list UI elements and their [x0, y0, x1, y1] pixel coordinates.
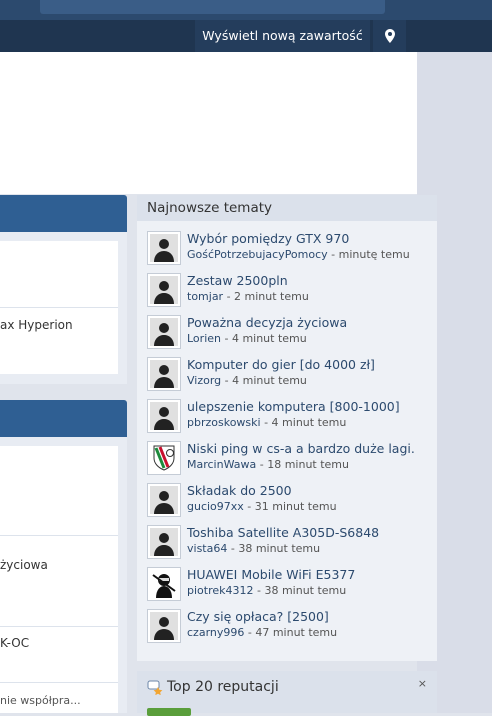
avatar[interactable]: [147, 315, 181, 349]
topic-title[interactable]: Niski ping w cs-a a bardzo duże lagi.: [187, 441, 415, 456]
forum-row-text[interactable]: K-OC: [0, 636, 29, 650]
topic-title[interactable]: Poważna decyzja życiowa: [187, 315, 347, 330]
topic-author[interactable]: Lorien: [187, 332, 221, 345]
forum-row-text[interactable]: nie współpra...: [0, 694, 81, 707]
row-divider: [0, 682, 118, 683]
reputation-badge: [147, 708, 191, 716]
avatar-image: [150, 486, 178, 514]
topic-author[interactable]: gucio97xx: [187, 500, 244, 513]
avatar[interactable]: [147, 231, 181, 265]
forum-panel-header: [0, 400, 127, 437]
avatar[interactable]: [147, 525, 181, 559]
topic-time: - 18 minut temu: [256, 458, 349, 471]
avatar[interactable]: [147, 273, 181, 307]
forum-panel-header: [0, 195, 127, 232]
avatar-image: [150, 402, 178, 430]
newest-topics-title: Najnowsze tematy: [137, 195, 437, 221]
topic-item[interactable]: HUAWEI Mobile WiFi E5377 piotrek4312 - 38…: [147, 567, 437, 607]
row-divider: [0, 535, 118, 536]
topic-title[interactable]: Toshiba Satellite A305D-S6848: [187, 525, 379, 540]
topic-item[interactable]: ulepszenie komputera [800-1000] pbrzoskow…: [147, 399, 437, 439]
topic-item[interactable]: Niski ping w cs-a a bardzo duże lagi. Mar…: [147, 441, 437, 481]
topic-author[interactable]: piotrek4312: [187, 584, 254, 597]
topic-meta: tomjar - 2 minut temu: [187, 290, 309, 303]
avatar[interactable]: [147, 441, 181, 475]
topic-time: - 38 minut temu: [253, 584, 347, 597]
forum-panel-body: ax Hyperion: [0, 232, 127, 384]
forum-row-text[interactable]: życiowa: [0, 558, 48, 572]
forum-panel-inner: ax Hyperion: [0, 241, 118, 374]
forum-panel-body: życiowa K-OC nie współpra...: [0, 437, 127, 713]
top-bar-tab: [40, 0, 385, 14]
main-content-area: [0, 52, 417, 194]
topic-title[interactable]: Zestaw 2500pln: [187, 273, 288, 288]
reputation-icon: [147, 679, 163, 696]
avatar-image: [150, 276, 178, 304]
avatar[interactable]: [147, 567, 181, 601]
topic-title[interactable]: HUAWEI Mobile WiFi E5377: [187, 567, 355, 582]
avatar[interactable]: [147, 357, 181, 391]
topic-time: - 4 minut temu: [260, 416, 347, 429]
topic-item[interactable]: Składak do 2500 gucio97xx - 31 minut temu: [147, 483, 437, 523]
topic-title[interactable]: ulepszenie komputera [800-1000]: [187, 399, 400, 414]
avatar-image: [150, 444, 178, 472]
topic-item[interactable]: Poważna decyzja życiowa Lorien - 4 minut …: [147, 315, 437, 355]
topic-title[interactable]: Czy się opłaca? [2500]: [187, 609, 329, 624]
topic-time: - minutę temu: [327, 248, 410, 261]
row-divider: [0, 307, 118, 308]
avatar-image: [150, 318, 178, 346]
avatar-image: [150, 612, 178, 640]
topic-meta: Lorien - 4 minut temu: [187, 332, 307, 345]
topic-author[interactable]: pbrzoskowski: [187, 416, 261, 429]
topic-item[interactable]: Komputer do gier [do 4000 zł] Vizorg - 4 …: [147, 357, 437, 397]
topic-meta: gucio97xx - 31 minut temu: [187, 500, 337, 513]
topic-title[interactable]: Wybór pomiędzy GTX 970: [187, 231, 349, 246]
topic-author[interactable]: MarcinWawa: [187, 458, 256, 471]
topic-meta: vista64 - 38 minut temu: [187, 542, 320, 555]
avatar[interactable]: [147, 399, 181, 433]
topic-author[interactable]: GośćPotrzebujacyPomocy: [187, 248, 328, 261]
topic-meta: Vizorg - 4 minut temu: [187, 374, 307, 387]
topic-title[interactable]: Komputer do gier [do 4000 zł]: [187, 357, 375, 372]
topic-time: - 38 minut temu: [227, 542, 321, 555]
view-new-content-link[interactable]: Wyświetl nową zawartość: [195, 20, 370, 52]
row-divider: [0, 626, 118, 627]
topic-time: - 2 minut temu: [223, 290, 309, 303]
reputation-title: Top 20 reputacji: [167, 679, 279, 695]
forum-panel-inner: życiowa K-OC nie współpra...: [0, 446, 118, 713]
topic-item[interactable]: Zestaw 2500pln tomjar - 2 minut temu: [147, 273, 437, 313]
topic-meta: czarny996 - 47 minut temu: [187, 626, 337, 639]
topic-time: - 31 minut temu: [243, 500, 337, 513]
topic-meta: MarcinWawa - 18 minut temu: [187, 458, 349, 471]
forum-row-text[interactable]: ax Hyperion: [0, 318, 73, 332]
topic-item[interactable]: Toshiba Satellite A305D-S6848 vista64 - 3…: [147, 525, 437, 565]
topic-time: - 4 minut temu: [221, 374, 307, 387]
avatar[interactable]: [147, 609, 181, 643]
topic-time: - 4 minut temu: [220, 332, 307, 345]
reputation-box: Top 20 reputacji ×: [137, 671, 437, 716]
topic-author[interactable]: tomjar: [187, 290, 223, 303]
avatar-image: [150, 360, 178, 388]
topic-meta: piotrek4312 - 38 minut temu: [187, 584, 346, 597]
topic-title[interactable]: Składak do 2500: [187, 483, 292, 498]
avatar[interactable]: [147, 483, 181, 517]
topic-item[interactable]: Czy się opłaca? [2500] czarny996 - 47 min…: [147, 609, 437, 649]
avatar-image: [150, 528, 178, 556]
topic-author[interactable]: Vizorg: [187, 374, 221, 387]
topic-time: - 47 minut temu: [244, 626, 338, 639]
topic-meta: pbrzoskowski - 4 minut temu: [187, 416, 346, 429]
top-bar: [0, 0, 492, 20]
topic-item[interactable]: Wybór pomiędzy GTX 970 GośćPotrzebujacyPo…: [147, 231, 437, 271]
topic-author[interactable]: vista64: [187, 542, 227, 555]
close-icon[interactable]: ×: [418, 677, 427, 690]
avatar-image: [150, 234, 178, 262]
map-pin-icon[interactable]: [373, 20, 406, 52]
avatar-image: [150, 570, 178, 598]
topic-author[interactable]: czarny996: [187, 626, 244, 639]
topic-meta: GośćPotrzebujacyPomocy - minutę temu: [187, 248, 410, 261]
